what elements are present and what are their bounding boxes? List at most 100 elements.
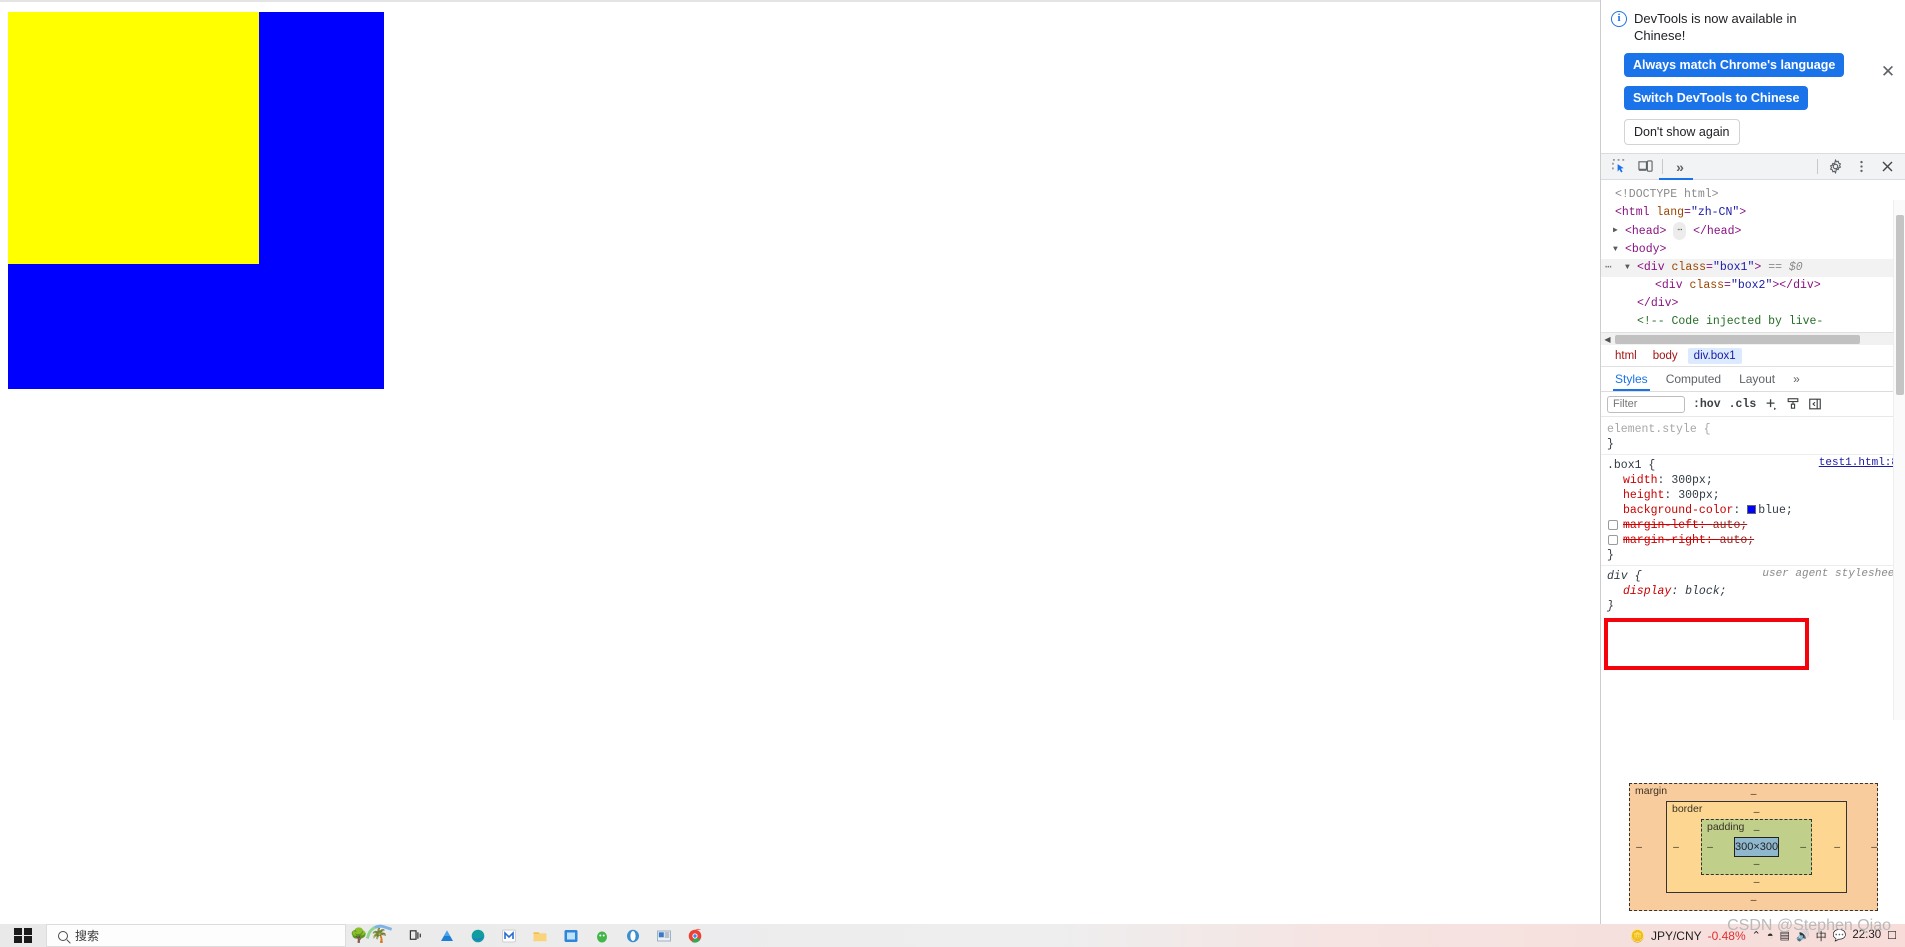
network-icon[interactable]: ◓ <box>1767 930 1774 942</box>
padding-bottom-value[interactable]: – <box>1702 857 1811 871</box>
prop-margin-right[interactable]: margin-right <box>1623 534 1706 547</box>
declaration-margin-right[interactable]: margin-right: auto; <box>1607 533 1899 548</box>
box-model-margin[interactable]: margin – – border – – padding – – 300×30… <box>1629 783 1878 911</box>
margin-bottom-value[interactable]: – <box>1630 893 1877 907</box>
dom-scroll-thumb[interactable] <box>1615 335 1860 344</box>
gear-icon[interactable] <box>1823 156 1847 178</box>
weather-widget[interactable]: 🌳 🌴 <box>346 924 397 947</box>
photos-app-icon[interactable] <box>556 924 587 947</box>
dom-tree-horizontal-scrollbar[interactable]: ◀ ▶ <box>1601 332 1905 345</box>
tab-computed[interactable]: Computed <box>1658 368 1729 390</box>
style-pane-icon[interactable] <box>1786 397 1800 411</box>
opera-browser-icon[interactable] <box>618 924 649 947</box>
switch-devtools-to-chinese-button[interactable]: Switch DevTools to Chinese <box>1624 86 1809 110</box>
taskbar-search-box[interactable]: 搜索 <box>46 924 346 947</box>
device-toolbar-icon[interactable] <box>1633 156 1657 178</box>
element-style-selector[interactable]: element.style { <box>1607 422 1899 437</box>
new-style-rule-icon[interactable] <box>1764 397 1778 411</box>
margin-right-value[interactable]: – <box>1865 841 1883 853</box>
more-panels-icon[interactable]: » <box>1668 156 1692 178</box>
green-app-icon[interactable] <box>587 924 618 947</box>
edge-browser-icon[interactable] <box>463 924 494 947</box>
currency-pair-label[interactable]: JPY/CNY <box>1651 929 1702 943</box>
dom-line-body[interactable]: ▼ <body> <box>1601 241 1905 259</box>
app-tray-icon[interactable]: 💬 <box>1833 929 1847 942</box>
ime-language-icon[interactable]: 中 <box>1816 928 1827 944</box>
notification-center-icon[interactable]: ☐ <box>1887 929 1897 942</box>
margin-left-value[interactable]: – <box>1630 841 1648 853</box>
class-toggle[interactable]: .cls <box>1729 398 1757 411</box>
padding-right-value[interactable]: – <box>1795 841 1811 853</box>
prop-margin-left[interactable]: margin-left <box>1623 519 1699 532</box>
hover-state-toggle[interactable]: :hov <box>1693 398 1721 411</box>
margin-left-enable-checkbox[interactable] <box>1608 520 1618 530</box>
row-menu-dots-icon[interactable]: ⋯ <box>1605 259 1612 277</box>
expand-head-triangle-icon[interactable]: ▶ <box>1613 222 1618 240</box>
file-explorer-icon[interactable] <box>525 924 556 947</box>
declaration-height[interactable]: height: 300px; <box>1607 488 1899 503</box>
collapse-body-triangle-icon[interactable]: ▼ <box>1613 241 1618 259</box>
kebab-menu-icon[interactable] <box>1849 156 1873 178</box>
currency-change-value[interactable]: -0.48% <box>1708 929 1746 943</box>
box1-source-link[interactable]: test1.html:8 <box>1819 456 1898 471</box>
close-devtools-icon[interactable] <box>1875 156 1899 178</box>
tab-styles[interactable]: Styles <box>1607 368 1656 391</box>
margin-right-enable-checkbox[interactable] <box>1608 535 1618 545</box>
prop-width[interactable]: width <box>1623 474 1658 487</box>
scroll-left-arrow-icon[interactable]: ◀ <box>1601 333 1614 346</box>
border-right-value[interactable]: – <box>1828 841 1846 853</box>
devtools-vertical-scrollbar[interactable] <box>1893 200 1905 720</box>
close-notification-icon[interactable]: ✕ <box>1878 62 1898 82</box>
dom-line-div-box1[interactable]: ⋯ ▼ <div class="box1"> == $0 <box>1601 259 1905 278</box>
declaration-width[interactable]: width: 300px; <box>1607 473 1899 488</box>
value-display[interactable]: block <box>1685 585 1720 598</box>
collapse-box1-triangle-icon[interactable]: ▼ <box>1625 259 1630 277</box>
border-bottom-value[interactable]: – <box>1667 875 1846 889</box>
dom-line-div-close[interactable]: </div> <box>1601 295 1905 313</box>
mail-app-icon[interactable] <box>494 924 525 947</box>
dont-show-again-button[interactable]: Don't show again <box>1624 119 1740 145</box>
value-height[interactable]: 300px <box>1678 489 1713 502</box>
value-margin-left[interactable]: auto <box>1713 519 1741 532</box>
value-margin-right[interactable]: auto <box>1720 534 1748 547</box>
tab-layout[interactable]: Layout <box>1731 368 1783 390</box>
always-match-language-button[interactable]: Always match Chrome's language <box>1624 53 1845 77</box>
start-button[interactable] <box>0 927 46 944</box>
chevron-up-icon[interactable]: ⌃ <box>1752 929 1761 942</box>
value-width[interactable]: 300px <box>1671 474 1706 487</box>
color-swatch-blue[interactable] <box>1747 505 1757 514</box>
breadcrumb-item-html[interactable]: html <box>1609 348 1643 364</box>
dom-line-head[interactable]: ▶ <head> ⋯ </head> <box>1601 222 1905 241</box>
media-app-icon[interactable] <box>649 924 680 947</box>
volume-icon[interactable]: 🔊 <box>1796 929 1810 942</box>
padding-left-value[interactable]: – <box>1702 841 1718 853</box>
declaration-background-color[interactable]: background-color: blue; <box>1607 503 1899 518</box>
prop-height[interactable]: height <box>1623 489 1664 502</box>
vertical-scroll-thumb[interactable] <box>1896 215 1904 395</box>
breadcrumb-item-body[interactable]: body <box>1647 348 1684 364</box>
prop-background-color[interactable]: background-color <box>1623 504 1733 517</box>
declaration-margin-left[interactable]: margin-left: auto; <box>1607 518 1899 533</box>
box-model-content-size[interactable]: 300×300 <box>1734 837 1780 857</box>
sidebar-toggle-icon[interactable] <box>1808 397 1822 411</box>
chrome-browser-icon[interactable] <box>680 924 711 947</box>
breadcrumb-item-div-box1[interactable]: div.box1 <box>1687 347 1742 364</box>
border-left-value[interactable]: – <box>1667 841 1685 853</box>
app-blue-triangle-icon[interactable] <box>432 924 463 947</box>
box-model-padding[interactable]: padding – – 300×300 – – <box>1701 819 1813 875</box>
box-model-border[interactable]: border – – padding – – 300×300 – – – – <box>1666 801 1848 893</box>
dom-line-div-box2[interactable]: <div class="box2"></div> <box>1601 277 1905 295</box>
collapsed-children-badge[interactable]: ⋯ <box>1673 222 1687 240</box>
declaration-display[interactable]: display: block; <box>1607 584 1899 599</box>
battery-icon[interactable]: ▤ <box>1780 929 1790 942</box>
dom-line-html[interactable]: <html lang="zh-CN"> <box>1601 204 1905 222</box>
taskbar-clock[interactable]: 22:30 <box>1852 929 1881 941</box>
inspect-element-icon[interactable] <box>1607 156 1631 178</box>
value-background-color[interactable]: blue <box>1758 504 1786 517</box>
styles-filter-input[interactable] <box>1607 395 1685 413</box>
prop-display[interactable]: display <box>1623 585 1671 598</box>
dom-line-comment[interactable]: <!-- Code injected by live- <box>1601 313 1905 331</box>
tab-more-icon[interactable]: » <box>1785 368 1808 390</box>
dom-line-doctype[interactable]: <!DOCTYPE html> <box>1601 186 1905 204</box>
task-view-icon[interactable] <box>401 924 432 947</box>
